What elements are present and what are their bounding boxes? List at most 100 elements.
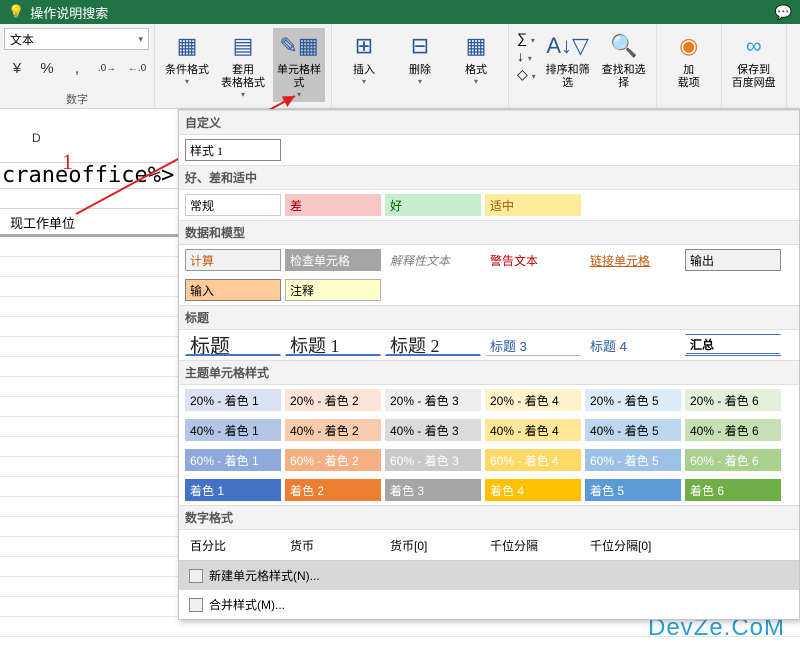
table-format-button[interactable]: ▤ 套用 表格格式▾ bbox=[217, 28, 269, 102]
summary-style[interactable]: 汇总 bbox=[685, 334, 781, 356]
sort-filter-button[interactable]: A↓▽排序和筛选 bbox=[542, 28, 594, 92]
insert-button[interactable]: ⊞插入▾ bbox=[338, 28, 390, 89]
percent-button[interactable]: % bbox=[34, 57, 60, 79]
p40-accent6[interactable]: 40% - 着色 6 bbox=[685, 419, 781, 441]
input-style[interactable]: 输入 bbox=[185, 279, 281, 301]
decrease-decimal-button[interactable]: ←.0 bbox=[124, 57, 150, 79]
tell-me-icon: 💡 bbox=[8, 4, 24, 20]
title-4-style[interactable]: 标题 4 bbox=[585, 334, 681, 356]
new-style-icon bbox=[189, 569, 203, 583]
comma-button[interactable]: , bbox=[64, 57, 90, 79]
styles-group: ▦ 条件格式▾ ▤ 套用 表格格式▾ ✎▦ 单元格样式▾ bbox=[155, 24, 332, 108]
style-1-swatch[interactable] bbox=[185, 139, 281, 161]
p40-accent2[interactable]: 40% - 着色 2 bbox=[285, 419, 381, 441]
conditional-format-icon: ▦ bbox=[171, 30, 203, 62]
format-button[interactable]: ▦格式▾ bbox=[450, 28, 502, 89]
cur0-style[interactable]: 货币[0] bbox=[385, 534, 481, 556]
check-style[interactable]: 检查单元格 bbox=[285, 249, 381, 271]
clear-button[interactable]: ◇ ▾ bbox=[517, 66, 536, 83]
ribbon: 文本 ▾ ¥ % , .0→ ←.0 数字 ▦ 条件格式▾ ▤ 套用 表格格式▾ bbox=[0, 24, 800, 109]
annotation-1: 1 bbox=[62, 149, 73, 175]
addins-group: ◉加 载项 bbox=[657, 24, 722, 108]
accent4[interactable]: 着色 4 bbox=[485, 479, 581, 501]
cell-style-button[interactable]: ✎▦ 单元格样式▾ bbox=[273, 28, 325, 102]
p60-accent1[interactable]: 60% - 着色 1 bbox=[185, 449, 281, 471]
number-group-label: 数字 bbox=[66, 91, 88, 107]
numfmt-section-header: 数字格式 bbox=[179, 505, 799, 530]
good-style[interactable]: 好 bbox=[385, 194, 481, 216]
cur-style[interactable]: 货币 bbox=[285, 534, 381, 556]
comment-icon[interactable]: 💬 bbox=[775, 4, 792, 21]
currency-button[interactable]: ¥ bbox=[4, 57, 30, 79]
title-3-style[interactable]: 标题 3 bbox=[485, 334, 581, 356]
baidu-icon: ∞ bbox=[738, 30, 770, 62]
normal-style[interactable]: 常规 bbox=[185, 194, 281, 216]
link-style[interactable]: 链接单元格 bbox=[585, 249, 681, 271]
save-group: ∞保存到 百度网盘 bbox=[722, 24, 787, 108]
formula-cell[interactable]: craneoffice%> bbox=[0, 163, 174, 188]
number-format-select[interactable]: 文本 ▾ bbox=[4, 28, 149, 50]
p40-accent3[interactable]: 40% - 着色 3 bbox=[385, 419, 481, 441]
table-format-icon: ▤ bbox=[227, 30, 259, 62]
merge-style-item[interactable]: 合并样式(M)... bbox=[179, 590, 799, 619]
cell-style-icon: ✎▦ bbox=[283, 30, 315, 62]
title-main-style[interactable]: 标题 bbox=[185, 334, 281, 356]
conditional-format-button[interactable]: ▦ 条件格式▾ bbox=[161, 28, 213, 89]
p60-accent6[interactable]: 60% - 着色 6 bbox=[685, 449, 781, 471]
neutral-style[interactable]: 适中 bbox=[485, 194, 581, 216]
delete-button[interactable]: ⊟删除▾ bbox=[394, 28, 446, 89]
output-style[interactable]: 输出 bbox=[685, 249, 781, 271]
delete-icon: ⊟ bbox=[404, 30, 436, 62]
addins-button[interactable]: ◉加 载项 bbox=[663, 28, 715, 92]
custom-section-header: 自定义 bbox=[179, 110, 799, 135]
merge-style-icon bbox=[189, 598, 203, 612]
p60-accent3[interactable]: 60% - 着色 3 bbox=[385, 449, 481, 471]
explain-style[interactable]: 解释性文本 bbox=[385, 249, 481, 271]
fill-button[interactable]: ↓ ▾ bbox=[517, 48, 536, 64]
calc-style[interactable]: 计算 bbox=[185, 249, 281, 271]
autosum-button[interactable]: ∑ ▾ bbox=[517, 30, 536, 46]
editing-group: ∑ ▾ ↓ ▾ ◇ ▾ A↓▽排序和筛选 🔍查找和选择 bbox=[509, 24, 657, 108]
accent3[interactable]: 着色 3 bbox=[385, 479, 481, 501]
p60-accent4[interactable]: 60% - 着色 4 bbox=[485, 449, 581, 471]
find-select-button[interactable]: 🔍查找和选择 bbox=[598, 28, 650, 92]
comma0-style[interactable]: 千位分隔[0] bbox=[585, 534, 681, 556]
p20-accent4[interactable]: 20% - 着色 4 bbox=[485, 389, 581, 411]
accent2[interactable]: 着色 2 bbox=[285, 479, 381, 501]
p20-accent1[interactable]: 20% - 着色 1 bbox=[185, 389, 281, 411]
bad-style[interactable]: 差 bbox=[285, 194, 381, 216]
title-section-header: 标题 bbox=[179, 305, 799, 330]
theme-section-header: 主题单元格样式 bbox=[179, 360, 799, 385]
tell-me-search[interactable]: 操作说明搜索 bbox=[30, 3, 108, 22]
pct-style[interactable]: 百分比 bbox=[185, 534, 281, 556]
accent5[interactable]: 着色 5 bbox=[585, 479, 681, 501]
format-icon: ▦ bbox=[460, 30, 492, 62]
new-cell-style-item[interactable]: 新建单元格样式(N)... bbox=[179, 561, 799, 590]
addins-icon: ◉ bbox=[673, 30, 705, 62]
data-model-section-header: 数据和模型 bbox=[179, 220, 799, 245]
accent6[interactable]: 着色 6 bbox=[685, 479, 781, 501]
p40-accent4[interactable]: 40% - 着色 4 bbox=[485, 419, 581, 441]
accent1[interactable]: 着色 1 bbox=[185, 479, 281, 501]
title-1-style[interactable]: 标题 1 bbox=[285, 334, 381, 356]
increase-decimal-button[interactable]: .0→ bbox=[94, 57, 120, 79]
insert-icon: ⊞ bbox=[348, 30, 380, 62]
comma-style[interactable]: 千位分隔 bbox=[485, 534, 581, 556]
cells-group: ⊞插入▾ ⊟删除▾ ▦格式▾ bbox=[332, 24, 509, 108]
title-2-style[interactable]: 标题 2 bbox=[385, 334, 481, 356]
warn-style[interactable]: 警告文本 bbox=[485, 249, 581, 271]
p20-accent5[interactable]: 20% - 着色 5 bbox=[585, 389, 681, 411]
p20-accent3[interactable]: 20% - 着色 3 bbox=[385, 389, 481, 411]
p40-accent5[interactable]: 40% - 着色 5 bbox=[585, 419, 681, 441]
sort-filter-icon: A↓▽ bbox=[552, 30, 584, 62]
p20-accent6[interactable]: 20% - 着色 6 bbox=[685, 389, 781, 411]
save-baidu-button[interactable]: ∞保存到 百度网盘 bbox=[728, 28, 780, 92]
p60-accent5[interactable]: 60% - 着色 5 bbox=[585, 449, 681, 471]
p60-accent2[interactable]: 60% - 着色 2 bbox=[285, 449, 381, 471]
p20-accent2[interactable]: 20% - 着色 2 bbox=[285, 389, 381, 411]
note-style[interactable]: 注释 bbox=[285, 279, 381, 301]
p40-accent1[interactable]: 40% - 着色 1 bbox=[185, 419, 281, 441]
find-icon: 🔍 bbox=[608, 30, 640, 62]
col-d-header[interactable]: D bbox=[32, 131, 41, 145]
cell-style-dropdown: 自定义 好、差和适中 常规 差 好 适中 数据和模型 计算 检查单元格 解释性文… bbox=[178, 109, 800, 620]
